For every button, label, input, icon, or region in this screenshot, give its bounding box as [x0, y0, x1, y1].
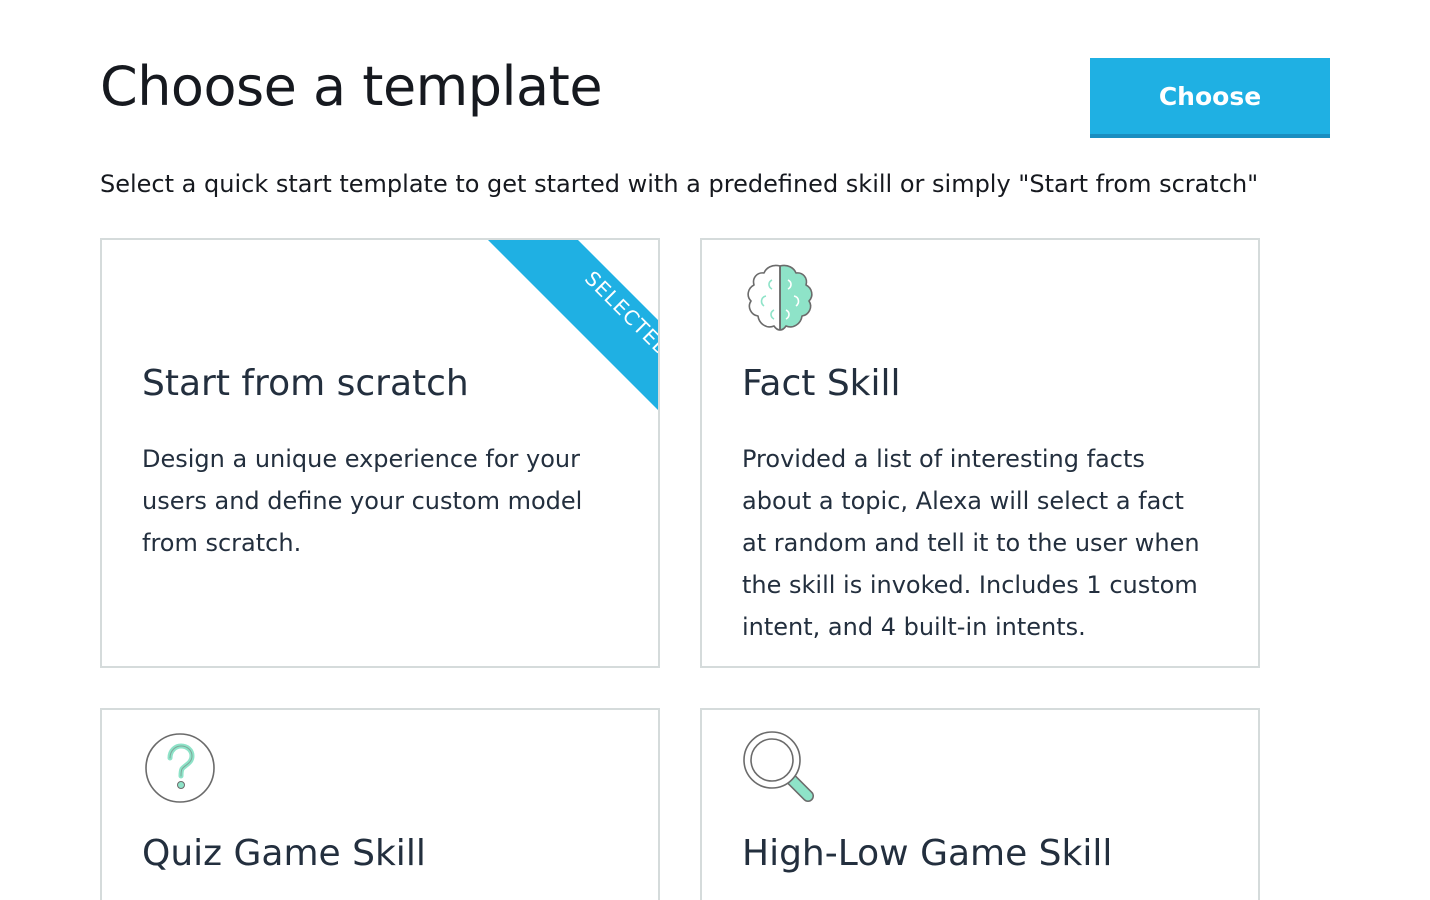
template-title: High-Low Game Skill: [742, 833, 1113, 874]
page-subtitle: Select a quick start template to get sta…: [100, 170, 1259, 198]
template-description: Design a unique experience for your user…: [142, 445, 583, 557]
page-title: Choose a template: [100, 55, 603, 118]
brain-icon: [742, 260, 818, 336]
selected-badge: SELECTED: [580, 266, 660, 362]
template-title: Fact Skill: [742, 363, 901, 404]
magnifying-glass-icon: [742, 730, 818, 806]
template-title: Start from scratch: [142, 363, 469, 404]
template-card-quiz-game-skill[interactable]: Quiz Game Skill: [100, 708, 660, 900]
selected-ribbon: SELECTED: [488, 240, 658, 410]
template-card-start-from-scratch[interactable]: SELECTED Start from scratch Design a uni…: [100, 238, 660, 668]
template-card-high-low-game-skill[interactable]: High-Low Game Skill: [700, 708, 1260, 900]
choose-button[interactable]: Choose: [1090, 58, 1330, 138]
template-description: Provided a list of interesting facts abo…: [742, 445, 1200, 641]
question-mark-icon: [142, 730, 218, 806]
template-card-fact-skill[interactable]: Fact Skill Provided a list of interestin…: [700, 238, 1260, 668]
selected-ribbon-shape: [488, 240, 658, 410]
choose-template-page: Choose a template Choose Select a quick …: [0, 0, 1430, 900]
template-title: Quiz Game Skill: [142, 833, 426, 874]
